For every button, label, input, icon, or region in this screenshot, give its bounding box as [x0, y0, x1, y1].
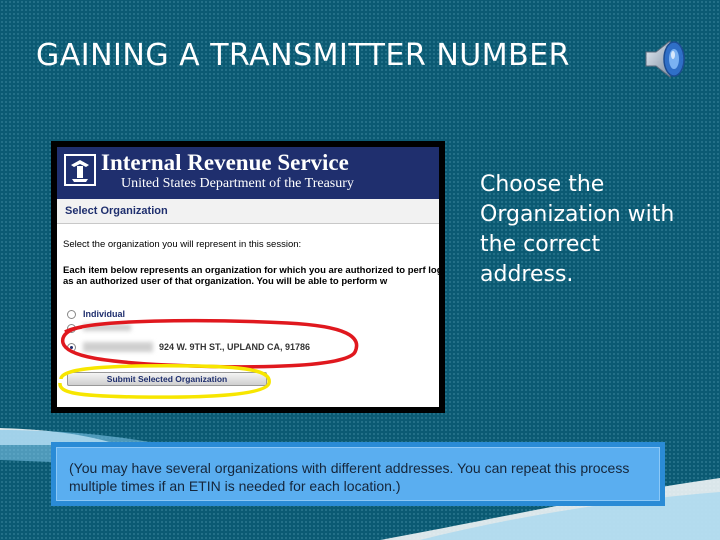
irs-name: Internal Revenue Service: [101, 150, 349, 175]
section-title: Select Organization: [65, 205, 168, 217]
option-label: Individual: [83, 309, 126, 319]
note-text: (You may have several organizations with…: [56, 447, 660, 501]
description-text: Each item below represents an organizati…: [63, 265, 439, 287]
radio-button[interactable]: [67, 310, 76, 319]
slide-title: GAINING A TRANSMITTER NUMBER: [36, 38, 571, 73]
option-address: 924 W. 9TH ST., UPLAND CA, 91786: [159, 342, 311, 352]
radio-button-selected[interactable]: [67, 343, 76, 352]
instruction-text: Choose the Organization with the correct…: [480, 172, 675, 287]
note-box: (You may have several organizations with…: [51, 442, 665, 506]
radio-button[interactable]: [67, 324, 76, 333]
irs-subtitle: United States Department of the Treasury: [121, 176, 354, 191]
section-bar: Select Organization: [57, 199, 439, 224]
submit-organization-button[interactable]: Submit Selected Organization: [67, 372, 267, 386]
irs-eagle-icon: [64, 154, 96, 186]
select-prompt: Select the organization you will represe…: [63, 239, 302, 250]
redacted-name: [83, 342, 153, 352]
irs-header: Internal Revenue Service United States D…: [57, 147, 439, 199]
speaker-icon[interactable]: [640, 36, 690, 82]
irs-screenshot: Internal Revenue Service United States D…: [51, 141, 445, 413]
redacted-name: [83, 324, 131, 331]
